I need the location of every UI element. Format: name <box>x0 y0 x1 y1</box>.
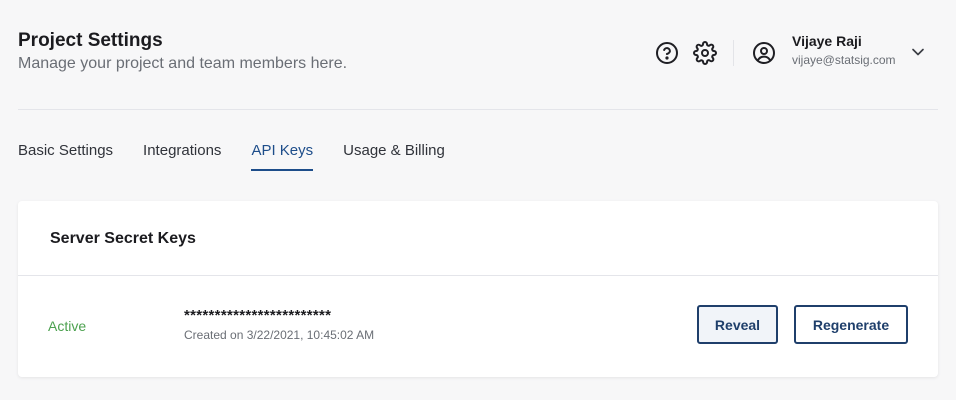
secret-key-value: ************************ <box>184 307 332 324</box>
tab-basic-settings[interactable]: Basic Settings <box>18 142 113 172</box>
help-circle-icon[interactable] <box>655 41 679 65</box>
chevron-down-icon[interactable] <box>908 42 932 66</box>
header-divider <box>733 40 734 66</box>
card-divider <box>18 275 938 276</box>
project-settings-page: Project Settings Manage your project and… <box>0 0 956 400</box>
server-secret-keys-card: Server Secret Keys Active **************… <box>18 201 938 377</box>
page-header: Project Settings Manage your project and… <box>18 28 938 88</box>
key-created-timestamp: Created on 3/22/2021, 10:45:02 AM <box>184 328 375 342</box>
tab-integrations[interactable]: Integrations <box>143 142 221 172</box>
status-badge: Active <box>48 318 87 334</box>
regenerate-button[interactable]: Regenerate <box>794 305 908 344</box>
user-email: vijaye@statsig.com <box>792 53 896 67</box>
tab-usage-billing[interactable]: Usage & Billing <box>343 142 445 172</box>
user-circle-icon[interactable] <box>752 41 776 65</box>
gear-icon[interactable] <box>693 41 717 65</box>
header-separator <box>18 109 938 110</box>
page-subtitle: Manage your project and team members her… <box>18 55 348 72</box>
card-title: Server Secret Keys <box>50 230 196 247</box>
reveal-button[interactable]: Reveal <box>697 305 778 344</box>
page-title: Project Settings <box>18 30 163 51</box>
tab-api-keys[interactable]: API Keys <box>251 142 313 172</box>
user-name[interactable]: Vijaye Raji <box>792 33 862 49</box>
settings-tabs: Basic Settings Integrations API Keys Usa… <box>18 142 445 172</box>
